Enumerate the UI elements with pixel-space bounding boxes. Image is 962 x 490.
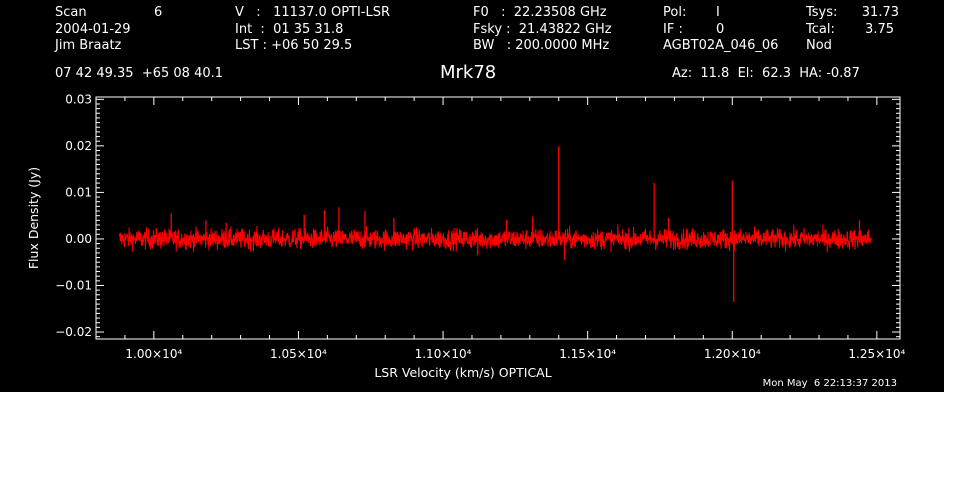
y-tick-label: 0.00 [65, 232, 92, 246]
y-tick-label: 0.02 [65, 139, 92, 153]
x-tick-label: 1.25×10⁴ [848, 347, 905, 361]
spectrum-chart: 1.00×10⁴ 1.05×10⁴ 1.10×10⁴ 1.15×10⁴ 1.20×10⁴… [26, 92, 905, 380]
y-tick-label: 0.03 [65, 92, 92, 106]
x-tick-label: 1.15×10⁴ [559, 347, 616, 361]
x-tick-label: 1.05×10⁴ [270, 347, 327, 361]
y-tick-label: −0.02 [55, 325, 92, 339]
y-axis-title: Flux Density (Jy) [26, 167, 41, 269]
x-tick-label: 1.00×10⁴ [125, 347, 182, 361]
plot-frame [95, 96, 901, 340]
y-tick-label: −0.01 [55, 278, 92, 292]
x-axis-title: LSR Velocity (km/s) OPTICAL [374, 365, 551, 380]
plot-window: Scan 6 2004-01-29 Jim Braatz V : 11137.0… [0, 0, 944, 392]
y-tick-label: 0.01 [65, 185, 92, 199]
x-tick-label: 1.20×10⁴ [704, 347, 761, 361]
timestamp: Mon May 6 22:13:37 2013 [762, 378, 897, 389]
spectrum-trace [118, 224, 872, 253]
x-tick-label: 1.10×10⁴ [415, 347, 472, 361]
